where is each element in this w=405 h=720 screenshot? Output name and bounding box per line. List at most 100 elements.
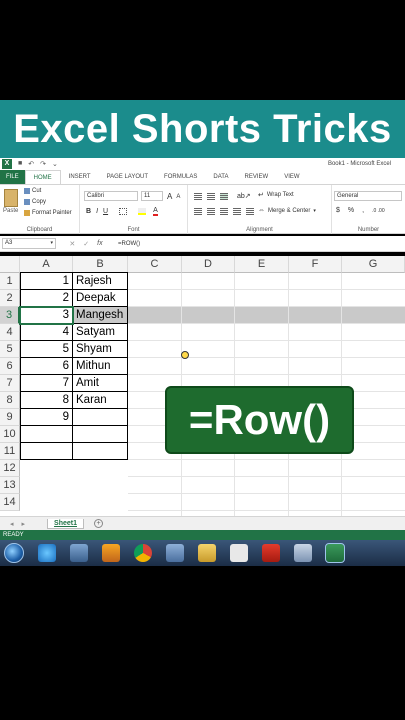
cell-a1[interactable]: 1 [20,273,73,290]
cell-a7[interactable]: 7 [20,375,73,392]
folder-icon[interactable] [198,544,216,562]
font-size-select[interactable]: 11 [141,191,163,201]
paste-icon[interactable] [4,189,18,207]
network-icon[interactable] [166,544,184,562]
fill-color-icon[interactable] [138,208,147,215]
orientation-icon[interactable]: ab↗ [237,192,251,200]
enter-icon[interactable]: ✓ [83,240,89,248]
save-icon[interactable]: ■ [18,160,22,168]
italic-button[interactable]: I [96,208,98,215]
tab-review[interactable]: REVIEW [237,170,277,184]
chrome-icon[interactable] [134,544,152,562]
wrap-text-button[interactable]: ↵ Wrap Text [258,191,294,199]
increase-indent-icon[interactable] [246,208,254,215]
formula-input[interactable]: =ROW() [118,241,140,247]
copy-button[interactable]: Copy [24,199,46,205]
currency-button[interactable]: $ [336,207,340,214]
media-player-icon[interactable] [102,544,120,562]
row-header[interactable]: 6 [0,358,20,375]
sheet-tab-sheet1[interactable]: Sheet1 [47,518,84,529]
cell-a2[interactable]: 2 [20,290,73,307]
start-button-icon[interactable] [4,543,24,563]
column-header-e[interactable]: E [235,256,289,273]
align-right-icon[interactable] [220,208,228,215]
cell-b9[interactable] [73,409,128,426]
pointer-tool-icon[interactable] [230,544,248,562]
align-center-icon[interactable] [207,208,215,215]
middle-align-icon[interactable] [207,192,215,200]
row-header[interactable]: 9 [0,409,20,426]
row-header[interactable]: 10 [0,426,20,443]
font-color-icon[interactable]: A [153,207,158,216]
underline-button[interactable]: U [103,208,108,215]
prev-sheet-icon[interactable]: ◂ [10,520,14,528]
tab-page-layout[interactable]: PAGE LAYOUT [99,170,156,184]
tab-file[interactable]: FILE [0,170,25,184]
cell-a5[interactable]: 5 [20,341,73,358]
screen-icon[interactable] [294,544,312,562]
library-icon[interactable] [70,544,88,562]
row-header[interactable]: 4 [0,324,20,341]
row-header[interactable]: 13 [0,477,20,494]
row-header[interactable]: 11 [0,443,20,460]
row-header[interactable]: 14 [0,494,20,511]
tab-home[interactable]: HOME [24,170,61,184]
pdf-icon[interactable] [262,544,280,562]
cell-b6[interactable]: Mithun [73,358,128,375]
cell-b11[interactable] [73,443,128,460]
cell-a4[interactable]: 4 [20,324,73,341]
number-format-select[interactable]: General [334,191,402,201]
grow-font-button[interactable]: A [167,192,172,201]
cut-button[interactable]: Cut [24,188,41,194]
column-header-b[interactable]: B [73,256,128,273]
select-all-corner[interactable] [0,256,20,273]
tab-formulas[interactable]: FORMULAS [156,170,205,184]
column-header-f[interactable]: F [289,256,342,273]
column-header-a[interactable]: A [20,256,73,273]
decrease-indent-icon[interactable] [233,208,241,215]
internet-explorer-icon[interactable] [38,544,56,562]
cell-b3[interactable]: Mangesh [73,307,128,324]
cell-a10[interactable] [20,426,73,443]
column-header-c[interactable]: C [128,256,182,273]
cell-a11[interactable] [20,443,73,460]
percent-button[interactable]: % [348,207,354,214]
undo-icon[interactable]: ↶ [28,160,34,168]
row-header[interactable]: 7 [0,375,20,392]
cell-b10[interactable] [73,426,128,443]
bottom-align-icon[interactable] [220,192,228,200]
customize-icon[interactable]: ⌄ [52,160,58,168]
column-header-d[interactable]: D [182,256,235,273]
comma-button[interactable]: , [362,207,364,214]
cancel-icon[interactable]: ✕ [69,240,75,248]
cell-a8[interactable]: 8 [20,392,73,409]
row-header-selected[interactable]: 3 [0,307,20,324]
tab-insert[interactable]: INSERT [61,170,99,184]
font-name-select[interactable]: Calibri [84,191,138,201]
cell-b4[interactable]: Satyam [73,324,128,341]
row-header[interactable]: 5 [0,341,20,358]
row-header[interactable]: 2 [0,290,20,307]
increase-decimal-icon[interactable]: .0 .00 [372,208,385,214]
excel-taskbar-icon[interactable] [325,543,345,563]
cell-a9[interactable]: 9 [20,409,73,426]
redo-icon[interactable]: ↷ [40,160,46,168]
name-box[interactable]: A3 ▾ [2,238,56,249]
merge-center-button[interactable]: ⇔ Merge & Center ▾ [258,207,316,214]
top-align-icon[interactable] [194,192,202,200]
shrink-font-button[interactable]: A [176,194,180,200]
row-header[interactable]: 12 [0,460,20,477]
borders-icon[interactable] [119,208,128,215]
add-sheet-icon[interactable]: + [94,519,103,528]
column-header-g[interactable]: G [342,256,405,273]
tab-data[interactable]: DATA [205,170,236,184]
excel-icon[interactable]: X [2,159,12,169]
cell-b7[interactable]: Amit [73,375,128,392]
cell-b5[interactable]: Shyam [73,341,128,358]
bold-button[interactable]: B [86,208,91,215]
next-sheet-icon[interactable]: ▸ [22,520,26,528]
row-header[interactable]: 1 [0,273,20,290]
cell-a6[interactable]: 6 [20,358,73,375]
tab-view[interactable]: VIEW [276,170,307,184]
align-left-icon[interactable] [194,208,202,215]
